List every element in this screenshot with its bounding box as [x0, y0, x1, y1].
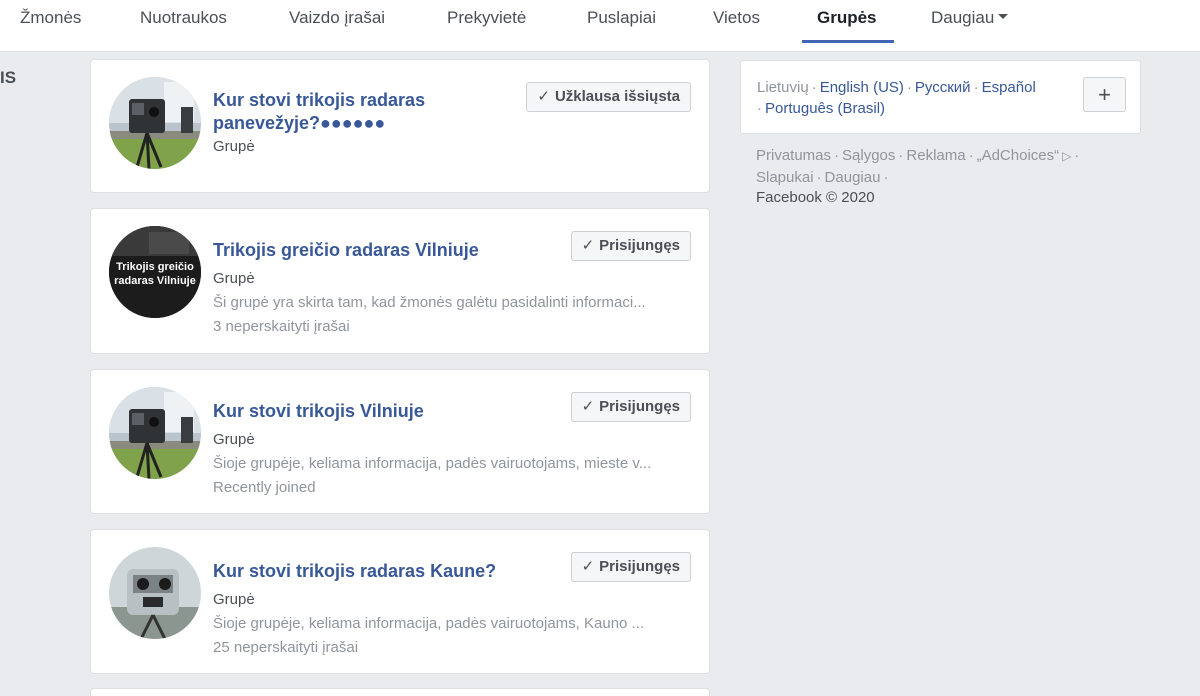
copyright-text: Facebook © 2020 — [756, 189, 875, 206]
language-line-1: Lietuvių · English (US) · Русский · Español — [757, 79, 1036, 96]
group-description: Šioje grupėje, keliama informacija, padė… — [213, 615, 645, 632]
group-type: Grupė — [213, 591, 255, 608]
joined-button[interactable]: ✓ Prisijungęs — [570, 392, 691, 422]
group-avatar[interactable] — [109, 77, 201, 169]
group-card: Kur stovi trikojis radaras panevežyje?●●… — [90, 59, 710, 193]
group-card: Kur stovi trikojis radaras Kaune? Grupė … — [90, 529, 710, 674]
group-title-link[interactable]: Kur stovi trikojis radaras Kaune? — [213, 560, 496, 583]
radar-photo-icon — [109, 387, 201, 479]
avatar-caption: Trikojis greičio radaras Vilniuje — [114, 261, 196, 287]
radar-photo-icon — [109, 77, 201, 169]
group-card: Kur stovi trikojis Vilniuje Grupė Šioje … — [90, 369, 710, 514]
nav-tab-photos[interactable]: Nuotraukos — [140, 8, 227, 44]
current-language: Lietuvių — [757, 79, 809, 96]
button-label: Prisijungęs — [599, 558, 680, 575]
check-icon: ✓ — [581, 237, 595, 254]
footer-link-cookies[interactable]: Slapukai — [756, 169, 814, 186]
footer-links: Privatumas · Sąlygos · Reklama · „AdChoices“ ▷ ·… — [756, 147, 1080, 186]
footer-link-more[interactable]: Daugiau — [825, 169, 881, 186]
button-label: Prisijungęs — [599, 398, 680, 415]
language-link-russian[interactable]: Русский — [915, 79, 971, 96]
button-label: Užklausa išsiųsta — [554, 88, 680, 105]
group-description: Ši grupė yra skirta tam, kad žmonės galė… — [213, 294, 646, 311]
add-language-button[interactable]: + — [1083, 77, 1126, 112]
nav-tab-pages[interactable]: Puslapiai — [587, 8, 656, 44]
group-unread-count: 3 neperskaityti įrašai — [213, 318, 350, 335]
footer-link-privacy[interactable]: Privatumas — [756, 147, 831, 164]
footer-link-advertising[interactable]: Reklama — [906, 147, 965, 164]
nav-tab-marketplace[interactable]: Prekyvietė — [447, 8, 526, 44]
language-selector: Lietuvių · English (US) · Русский · Español · P… — [740, 60, 1141, 134]
request-sent-button[interactable]: ✓ Užklausa išsiųsta — [526, 82, 691, 112]
group-avatar[interactable] — [109, 387, 201, 479]
group-unread-count: 25 neperskaityti įrašai — [213, 639, 359, 656]
group-card-partial — [90, 688, 710, 696]
group-avatar[interactable] — [109, 547, 201, 639]
language-line-2: · Português (Brasil) — [757, 100, 886, 117]
top-navigation: Žmonės Nuotraukos Vaizdo įrašai Prekyvie… — [0, 0, 1200, 52]
joined-button[interactable]: ✓ Prisijungęs — [570, 231, 691, 261]
nav-tab-people[interactable]: Žmonės — [20, 8, 81, 44]
language-link-portuguese[interactable]: Português (Brasil) — [765, 100, 885, 117]
nav-tab-places[interactable]: Vietos — [713, 8, 760, 44]
group-description: Šioje grupėje, keliama informacija, padė… — [213, 455, 652, 472]
nav-more-label: Daugiau — [931, 8, 995, 27]
nav-more-dropdown[interactable]: Daugiau — [931, 8, 1009, 44]
nav-tab-groups[interactable]: Grupės — [817, 8, 877, 44]
group-title-link[interactable]: Kur stovi trikojis Vilniuje — [213, 400, 424, 423]
group-title-link[interactable]: Kur stovi trikojis radaras panevežyje?●●… — [213, 89, 493, 135]
group-type: Grupė — [213, 270, 255, 287]
button-label: Prisijungęs — [599, 237, 680, 254]
check-icon: ✓ — [581, 398, 595, 415]
group-type: Grupė — [213, 138, 255, 155]
group-type: Grupė — [213, 431, 255, 448]
language-link-english[interactable]: English (US) — [820, 79, 904, 96]
chevron-down-icon — [998, 14, 1009, 20]
footer-link-adchoices[interactable]: „AdChoices“ — [977, 147, 1060, 164]
group-title-link[interactable]: Trikojis greičio radaras Vilniuje — [213, 239, 479, 262]
group-avatar[interactable]: Trikojis greičio radaras Vilniuje — [109, 226, 201, 318]
nav-tab-videos[interactable]: Vaizdo įrašai — [289, 8, 385, 44]
group-card: Trikojis greičio radaras Vilniuje Trikoj… — [90, 208, 710, 354]
left-column-fragment: IS — [0, 68, 17, 87]
footer-link-terms[interactable]: Sąlygos — [842, 147, 895, 164]
radar-closeup-icon — [109, 547, 201, 639]
check-icon: ✓ — [581, 558, 595, 575]
joined-button[interactable]: ✓ Prisijungęs — [570, 552, 691, 582]
group-join-status: Recently joined — [213, 479, 316, 496]
check-icon: ✓ — [537, 88, 550, 105]
adchoices-icon: ▷ — [1062, 149, 1072, 163]
active-tab-indicator — [802, 40, 894, 43]
language-link-spanish[interactable]: Español — [982, 79, 1036, 96]
